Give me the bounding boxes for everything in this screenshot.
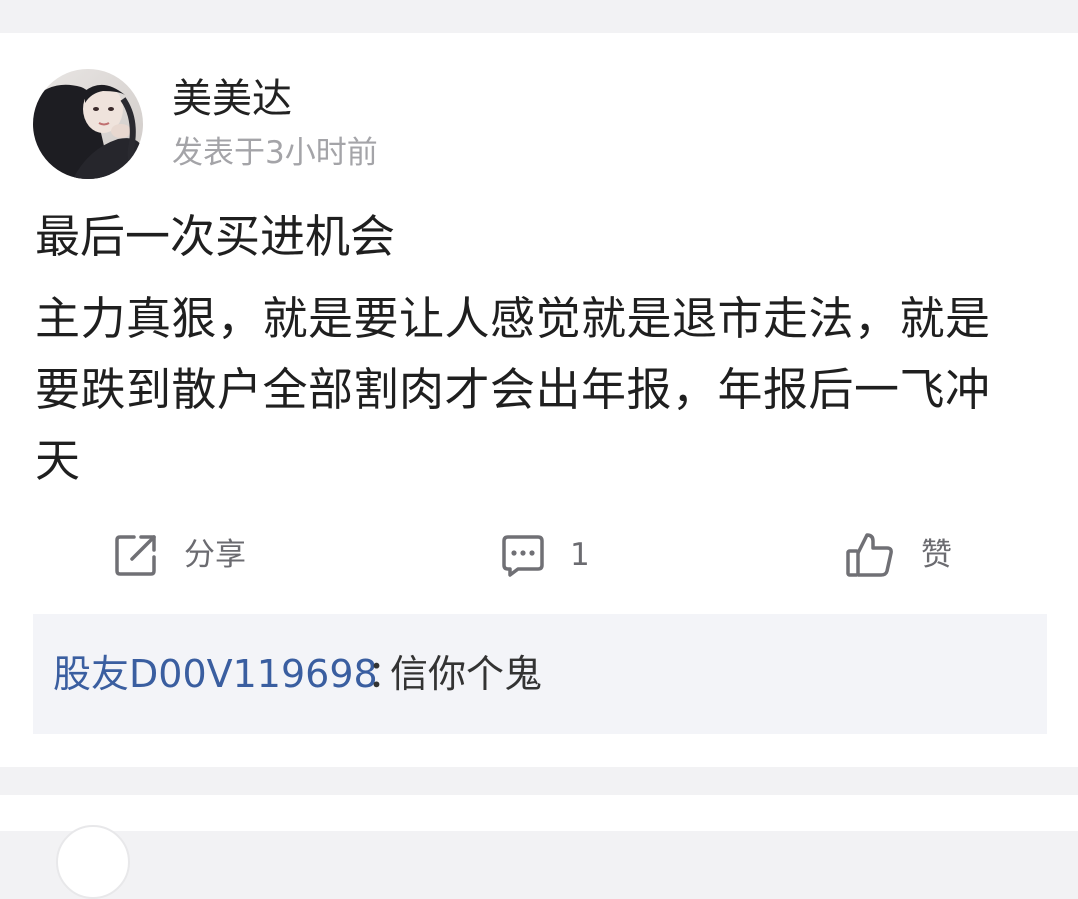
top-separator (0, 0, 1078, 33)
like-button[interactable]: 赞 (845, 531, 952, 579)
comment-author[interactable]: 股友D00V119698 (53, 650, 378, 698)
share-label: 分享 (184, 537, 246, 573)
post-title: 最后一次买进机会 (35, 210, 396, 263)
comment-button[interactable]: 1 (498, 531, 590, 579)
share-button[interactable]: 分享 (112, 531, 246, 579)
comment-preview[interactable]: 股友D00V119698 ： 信你个鬼 (33, 614, 1047, 734)
post-body: 主力真狠，就是要让人感觉就是退市走法，就是要跌到散户全部割肉才会出年报，年报后一… (35, 292, 991, 487)
comment-count: 1 (570, 537, 590, 573)
thumbs-up-icon (845, 531, 895, 579)
post-timestamp: 发表于3小时前 (172, 135, 378, 171)
author-name[interactable]: 美美达 (172, 75, 292, 123)
like-label: 赞 (921, 537, 952, 573)
comment-text: 信你个鬼 (390, 652, 543, 696)
comment-icon (498, 531, 546, 579)
avatar-photo (33, 69, 143, 179)
next-post-card (0, 795, 1078, 899)
post-card: 美美达 发表于3小时前 最后一次买进机会 主力真狠，就是要让人感觉就是退市走法，… (0, 33, 1078, 767)
share-icon (112, 531, 160, 579)
avatar[interactable] (56, 825, 130, 899)
avatar[interactable] (33, 69, 143, 179)
